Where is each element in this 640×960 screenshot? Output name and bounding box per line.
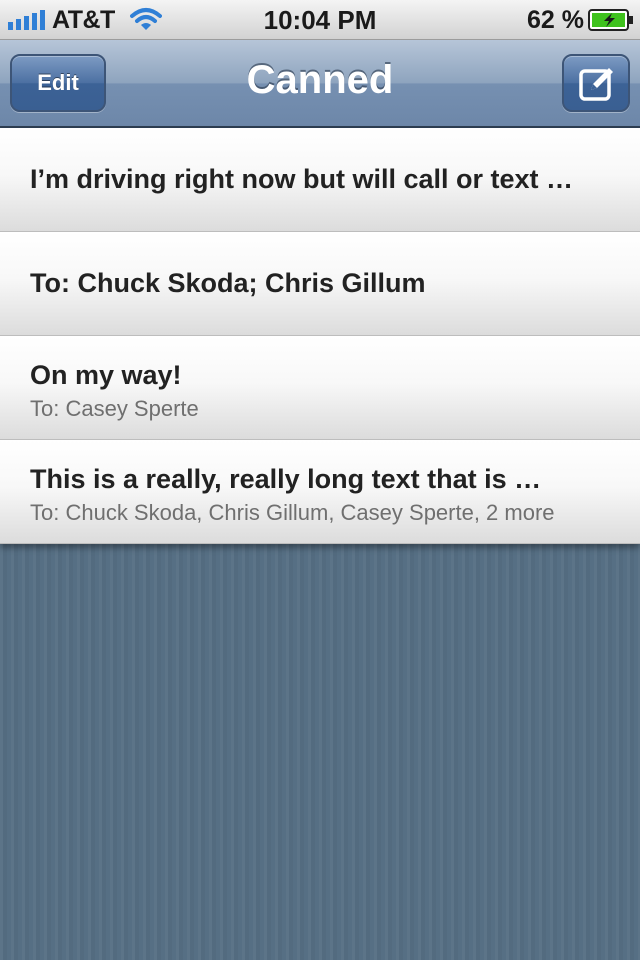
battery-icon [588,9,633,31]
page-title: Canned [246,58,394,102]
status-bar: AT&T 10:04 PM 62 % [0,0,640,40]
message-title: This is a really, really long text that … [30,464,542,494]
compose-button[interactable] [562,54,630,112]
edit-button[interactable]: Edit [10,54,106,112]
message-title: To: Chuck Skoda; Chris Gillum [30,268,426,298]
list-item[interactable]: I’m driving right now but will call or t… [0,128,640,232]
message-title: I’m driving right now but will call or t… [30,164,574,194]
battery-percentage: 62 % [527,6,584,34]
navigation-bar: Edit Canned [0,40,640,128]
message-recipients: To: Chuck Skoda, Chris Gillum, Casey Spe… [30,500,555,525]
message-title: On my way! [30,360,182,390]
compose-icon [579,68,613,101]
message-recipients: To: Casey Sperte [30,396,199,421]
list-item[interactable]: This is a really, really long text that … [0,440,640,544]
list-item[interactable]: On my way! To: Casey Sperte [0,336,640,440]
canned-message-list: I’m driving right now but will call or t… [0,128,640,544]
list-item[interactable]: To: Chuck Skoda; Chris Gillum [0,232,640,336]
